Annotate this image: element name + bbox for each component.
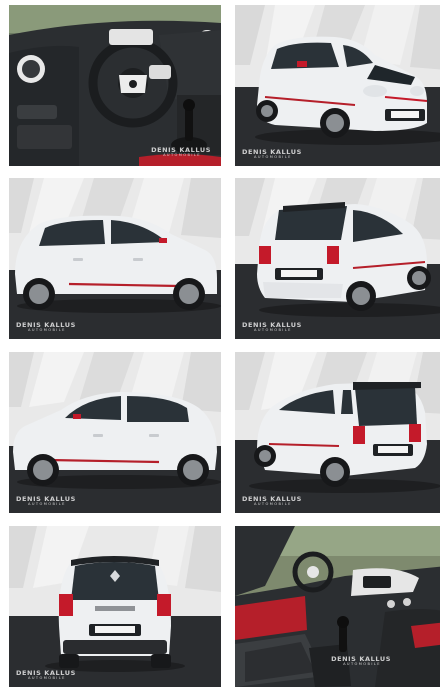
interior-dashboard-image <box>9 5 221 166</box>
car-rear-image <box>9 526 221 687</box>
gallery-photo-6[interactable]: DENIS KALLUS AUTOMOBILE <box>235 352 440 513</box>
interior-seats-image <box>235 526 440 687</box>
car-front-three-quarter-image <box>235 5 440 166</box>
gallery-photo-2[interactable]: DENIS KALLUS AUTOMOBILE <box>235 5 440 166</box>
car-side-profile-image <box>9 178 221 339</box>
gallery-photo-3[interactable]: DENIS KALLUS AUTOMOBILE <box>9 178 221 339</box>
gallery-photo-8[interactable]: DENIS KALLUS AUTOMOBILE <box>235 526 440 687</box>
gallery-photo-1[interactable]: DENIS KALLUS AUTOMOBILE <box>9 5 221 166</box>
gallery-photo-5[interactable]: DENIS KALLUS AUTOMOBILE <box>9 352 221 513</box>
car-side-profile-left-image <box>9 352 221 513</box>
photo-gallery: DENIS KALLUS AUTOMOBILE DENIS KALLUS AUT… <box>0 0 440 687</box>
gallery-photo-7[interactable]: DENIS KALLUS AUTOMOBILE <box>9 526 221 687</box>
car-rear-three-quarter-image <box>235 178 440 339</box>
car-rear-three-quarter-left-image <box>235 352 440 513</box>
gallery-photo-4[interactable]: DENIS KALLUS AUTOMOBILE <box>235 178 440 339</box>
